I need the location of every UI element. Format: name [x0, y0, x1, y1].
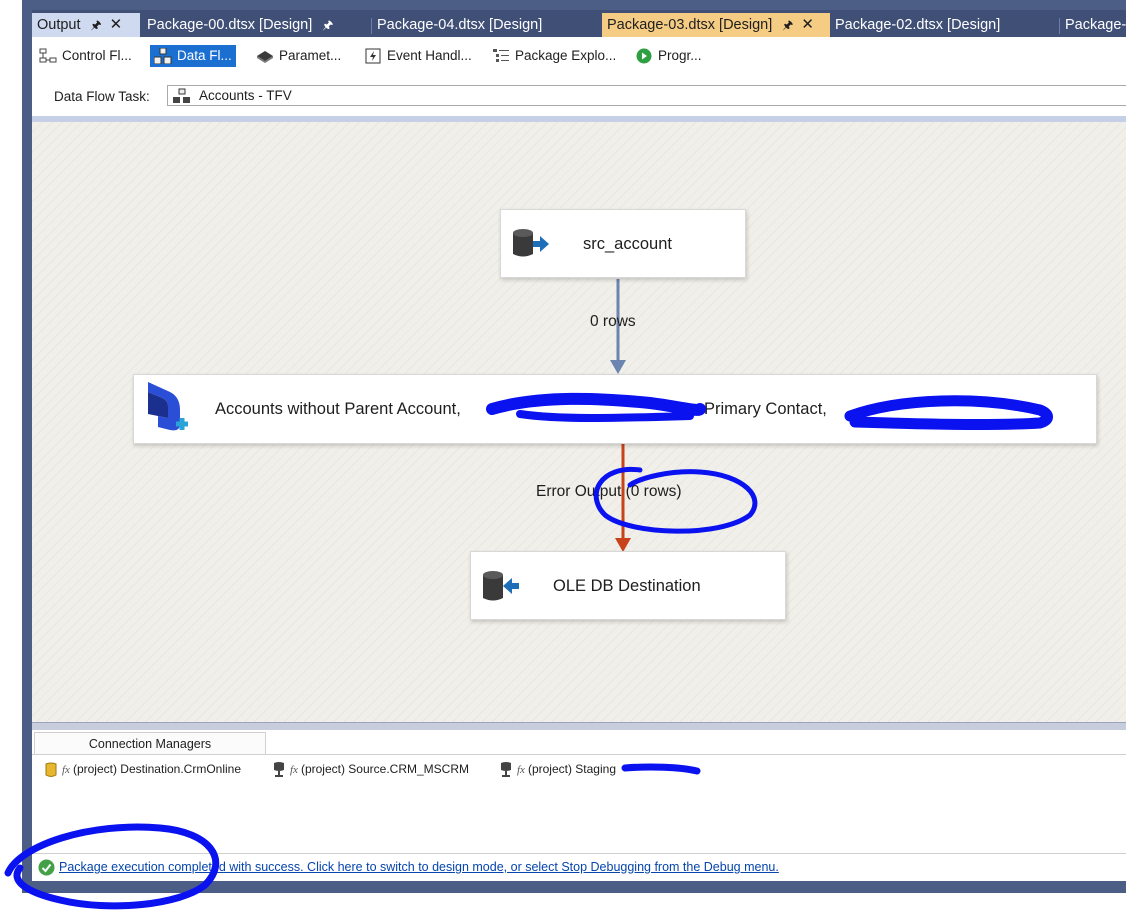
- connector-arrowhead: [610, 360, 626, 374]
- parameters-icon: [257, 51, 273, 64]
- tab-progress[interactable]: Progr...: [631, 45, 706, 67]
- expression-icon: fx: [290, 764, 298, 777]
- task-label: Data Flow Task:: [54, 89, 150, 104]
- window-frame-top: [22, 0, 1126, 10]
- document-tab-strip: Output 🖈︎ ✕ Package-00.dtsx [Design] 🖈︎ Pac…: [32, 10, 1126, 37]
- data-path-label: 0 rows: [590, 313, 636, 330]
- oledb-destination-component[interactable]: OLE DB Destination: [470, 551, 786, 620]
- task-dropdown[interactable]: Accounts - TFV: [167, 85, 1126, 106]
- tab-label: Package-: [1065, 17, 1126, 33]
- error-path-label: Error Output (0 rows): [536, 483, 682, 500]
- tab-label: Package-03.dtsx [Design]: [607, 17, 773, 33]
- connection-manager-label: (project) Destination.CrmOnline: [72, 762, 242, 777]
- connection-managers-tab[interactable]: Connection Managers: [34, 732, 266, 754]
- window-edge: [0, 0, 22, 913]
- progress-icon: [636, 48, 652, 64]
- switch-to-design-mode-link[interactable]: Package execution completed with success…: [59, 860, 779, 874]
- data-flow-icon: [154, 48, 172, 65]
- connection-manager-item[interactable]: fx (project) Destination.CrmOnline: [44, 762, 241, 778]
- pin-icon[interactable]: 🖈︎: [322, 13, 333, 37]
- tab-label: Event Handl...: [387, 48, 472, 63]
- tab-package-02[interactable]: Package-02.dtsx [Design]: [830, 13, 1058, 37]
- window-frame-left: [22, 0, 32, 893]
- designer-toolbar: Control Fl... Data Fl... Paramet... Even…: [32, 37, 1126, 76]
- connection-manager-item[interactable]: fx (project) Source.CRM_MSCRM: [272, 762, 469, 778]
- tab-label: Paramet...: [279, 48, 342, 63]
- node-label: OLE DB Destination: [553, 577, 701, 595]
- expression-icon: fx: [517, 764, 525, 777]
- tab-label: Data Fl...: [177, 48, 232, 63]
- node-label-tail: Primary Contact,: [704, 400, 827, 418]
- expression-icon: fx: [62, 764, 70, 777]
- tab-label: Package Explo...: [515, 48, 617, 63]
- control-flow-icon: [39, 48, 57, 63]
- connection-manager-label: (project) Staging: [527, 762, 616, 777]
- connection-manager-item[interactable]: fx (project) Staging: [499, 762, 616, 778]
- destination-database-icon: [483, 571, 519, 601]
- tab-label: Output: [37, 17, 81, 33]
- task-value: Accounts - TFV: [199, 88, 292, 103]
- oledb-connection-icon: [501, 762, 511, 777]
- tab-label: Package-00.dtsx [Design]: [147, 17, 313, 33]
- pane-splitter[interactable]: [32, 722, 1126, 730]
- tab-label: Progr...: [658, 48, 702, 63]
- execution-status-bar: Package execution completed with success…: [32, 853, 1126, 882]
- source-database-icon: [513, 229, 549, 257]
- tab-label: Package-04.dtsx [Design]: [377, 17, 543, 33]
- tab-data-flow[interactable]: Data Fl...: [150, 45, 236, 67]
- tab-label: Control Fl...: [62, 48, 132, 63]
- crm-connection-icon: [45, 762, 57, 777]
- tab-package-03[interactable]: Package-03.dtsx [Design] 🖈︎ ✕: [602, 13, 830, 37]
- close-icon[interactable]: ✕: [110, 13, 123, 37]
- source-component[interactable]: src_account: [500, 209, 746, 278]
- success-check-icon: [38, 859, 55, 876]
- connection-manager-list: fx (project) Destination.CrmOnline fx (pro…: [32, 754, 1126, 855]
- tab-package-overflow[interactable]: Package-: [1060, 13, 1126, 37]
- connection-manager-label: (project) Source.CRM_MSCRM: [300, 762, 469, 777]
- dynamics-crm-destination-icon: [148, 382, 188, 431]
- oledb-connection-icon: [274, 762, 284, 777]
- event-handlers-icon: [365, 48, 381, 64]
- node-label: Accounts without Parent Account,: [215, 400, 461, 418]
- tab-output[interactable]: Output 🖈︎ ✕: [32, 13, 140, 37]
- package-explorer-icon: [493, 49, 509, 63]
- pin-icon[interactable]: 🖈︎: [782, 13, 793, 37]
- crm-destination-component[interactable]: Accounts without Parent Account, Primary…: [133, 374, 1097, 444]
- task-selector-row: Data Flow Task: Accounts - TFV: [32, 76, 1126, 118]
- pin-icon[interactable]: 🖈︎: [91, 13, 102, 37]
- connection-managers-pane: Connection Managers fx (project) Destinat…: [32, 730, 1126, 881]
- tab-label: Package-02.dtsx [Design]: [835, 17, 1001, 33]
- node-label: src_account: [583, 235, 672, 253]
- tab-package-04[interactable]: Package-04.dtsx [Design]: [372, 13, 600, 37]
- tab-control-flow[interactable]: Control Fl...: [35, 45, 136, 67]
- data-flow-canvas[interactable]: src_account 0 rows Accounts without Pare…: [32, 122, 1126, 722]
- close-icon[interactable]: ✕: [801, 13, 814, 37]
- tab-package-explorer[interactable]: Package Explo...: [488, 45, 620, 67]
- tab-parameters[interactable]: Paramet...: [252, 45, 345, 67]
- tab-event-handlers[interactable]: Event Handl...: [360, 45, 476, 67]
- tab-package-00[interactable]: Package-00.dtsx [Design] 🖈︎: [142, 13, 370, 37]
- error-connector-arrowhead: [615, 538, 631, 552]
- window-frame-bottom: [22, 881, 1126, 893]
- data-flow-task-icon: [173, 88, 190, 104]
